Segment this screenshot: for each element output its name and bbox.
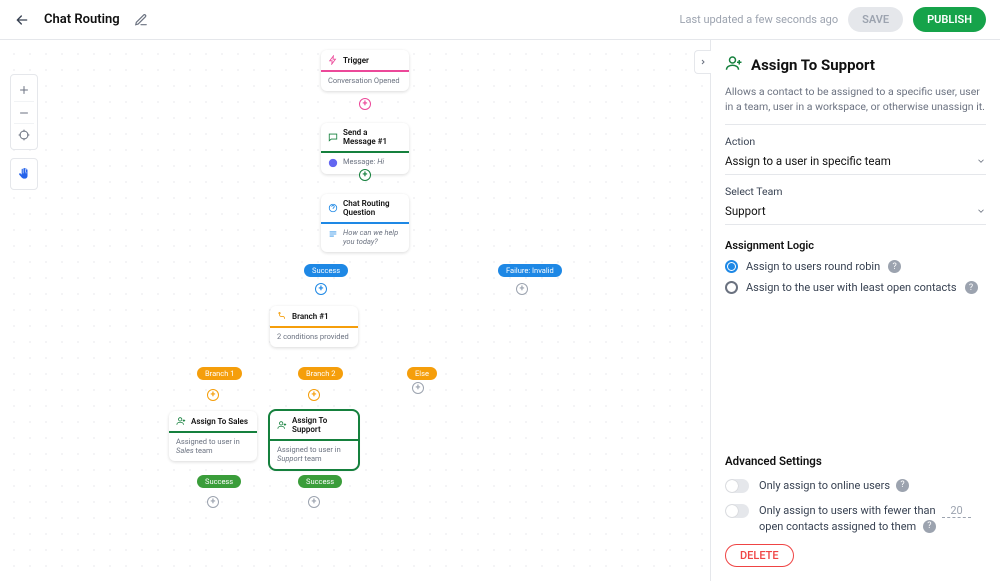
message-icon: [328, 132, 338, 142]
bolt-icon: [328, 55, 338, 65]
branch-icon: [277, 311, 287, 321]
team-label: Select Team: [725, 185, 986, 198]
delete-button[interactable]: DELETE: [725, 544, 794, 567]
advanced-heading: Advanced Settings: [725, 454, 986, 468]
user-plus-icon: [725, 54, 743, 76]
pill-branch2[interactable]: Branch 2: [298, 367, 343, 380]
last-updated: Last updated a few seconds ago: [680, 13, 839, 26]
add-step-button[interactable]: +: [207, 389, 219, 401]
add-step-button[interactable]: +: [359, 98, 371, 110]
radio-least-open[interactable]: Assign to the user with least open conta…: [725, 281, 986, 294]
recenter-button[interactable]: [14, 123, 34, 145]
add-step-button[interactable]: +: [359, 169, 371, 181]
save-button: SAVE: [848, 7, 903, 32]
add-step-button[interactable]: +: [308, 496, 320, 508]
pill-success[interactable]: Success: [304, 264, 348, 277]
contacts-threshold-input[interactable]: 20: [942, 504, 970, 518]
text-icon: [328, 229, 338, 239]
node-send-message[interactable]: Send a Message #1 Message: Hi: [321, 123, 409, 174]
help-icon[interactable]: ?: [896, 479, 909, 492]
page-title: Chat Routing: [44, 12, 120, 27]
node-assign-sales[interactable]: Assign To Sales Assigned to user in Sale…: [169, 411, 257, 461]
publish-button[interactable]: PUBLISH: [913, 7, 986, 32]
collapse-panel-button[interactable]: [694, 50, 711, 74]
add-step-button[interactable]: +: [412, 382, 424, 394]
node-branch[interactable]: Branch #1 2 conditions provided: [270, 306, 358, 347]
help-icon[interactable]: ?: [965, 281, 978, 294]
user-plus-icon: [277, 420, 287, 430]
help-icon[interactable]: ?: [923, 520, 936, 533]
connectors: [0, 40, 300, 190]
pill-branch1[interactable]: Branch 1: [197, 367, 242, 380]
toggle-fewer-than[interactable]: [725, 504, 749, 518]
panel-title: Assign To Support: [751, 56, 875, 74]
chevron-down-icon: [976, 156, 986, 166]
help-icon[interactable]: ?: [888, 260, 901, 273]
hand-tool-button[interactable]: [14, 163, 34, 185]
add-step-button[interactable]: +: [308, 389, 320, 401]
team-select[interactable]: Support: [725, 204, 986, 225]
action-select[interactable]: Assign to a user in specific team: [725, 154, 986, 175]
zoom-out-button[interactable]: [14, 101, 34, 123]
node-trigger[interactable]: Trigger Conversation Opened: [321, 50, 409, 91]
panel-description: Allows a contact to be assigned to a spe…: [725, 84, 986, 125]
add-step-button[interactable]: +: [315, 283, 327, 295]
user-plus-icon: [176, 416, 186, 426]
node-question[interactable]: Chat Routing Question How can we help yo…: [321, 194, 409, 252]
edit-title-button[interactable]: [134, 13, 148, 27]
add-step-button[interactable]: +: [207, 496, 219, 508]
side-panel: Assign To Support Allows a contact to be…: [710, 40, 1000, 581]
pill-success[interactable]: Success: [197, 475, 241, 488]
pill-success[interactable]: Success: [298, 475, 342, 488]
zoom-in-button[interactable]: [14, 79, 34, 101]
back-button[interactable]: [14, 12, 30, 28]
action-label: Action: [725, 135, 986, 148]
bot-icon: [328, 158, 338, 168]
node-assign-support[interactable]: Assign To Support Assigned to user in Su…: [270, 411, 358, 469]
question-icon: [328, 203, 338, 213]
pill-failure[interactable]: Failure: Invalid: [498, 264, 562, 277]
pill-else[interactable]: Else: [407, 367, 437, 380]
toggle-online-only[interactable]: [725, 479, 749, 493]
add-step-button[interactable]: +: [516, 283, 528, 295]
chevron-down-icon: [976, 206, 986, 216]
workflow-canvas[interactable]: Trigger Conversation Opened + Send a Mes…: [0, 40, 710, 581]
assignment-logic-heading: Assignment Logic: [725, 239, 986, 252]
radio-round-robin[interactable]: Assign to users round robin ?: [725, 260, 986, 273]
